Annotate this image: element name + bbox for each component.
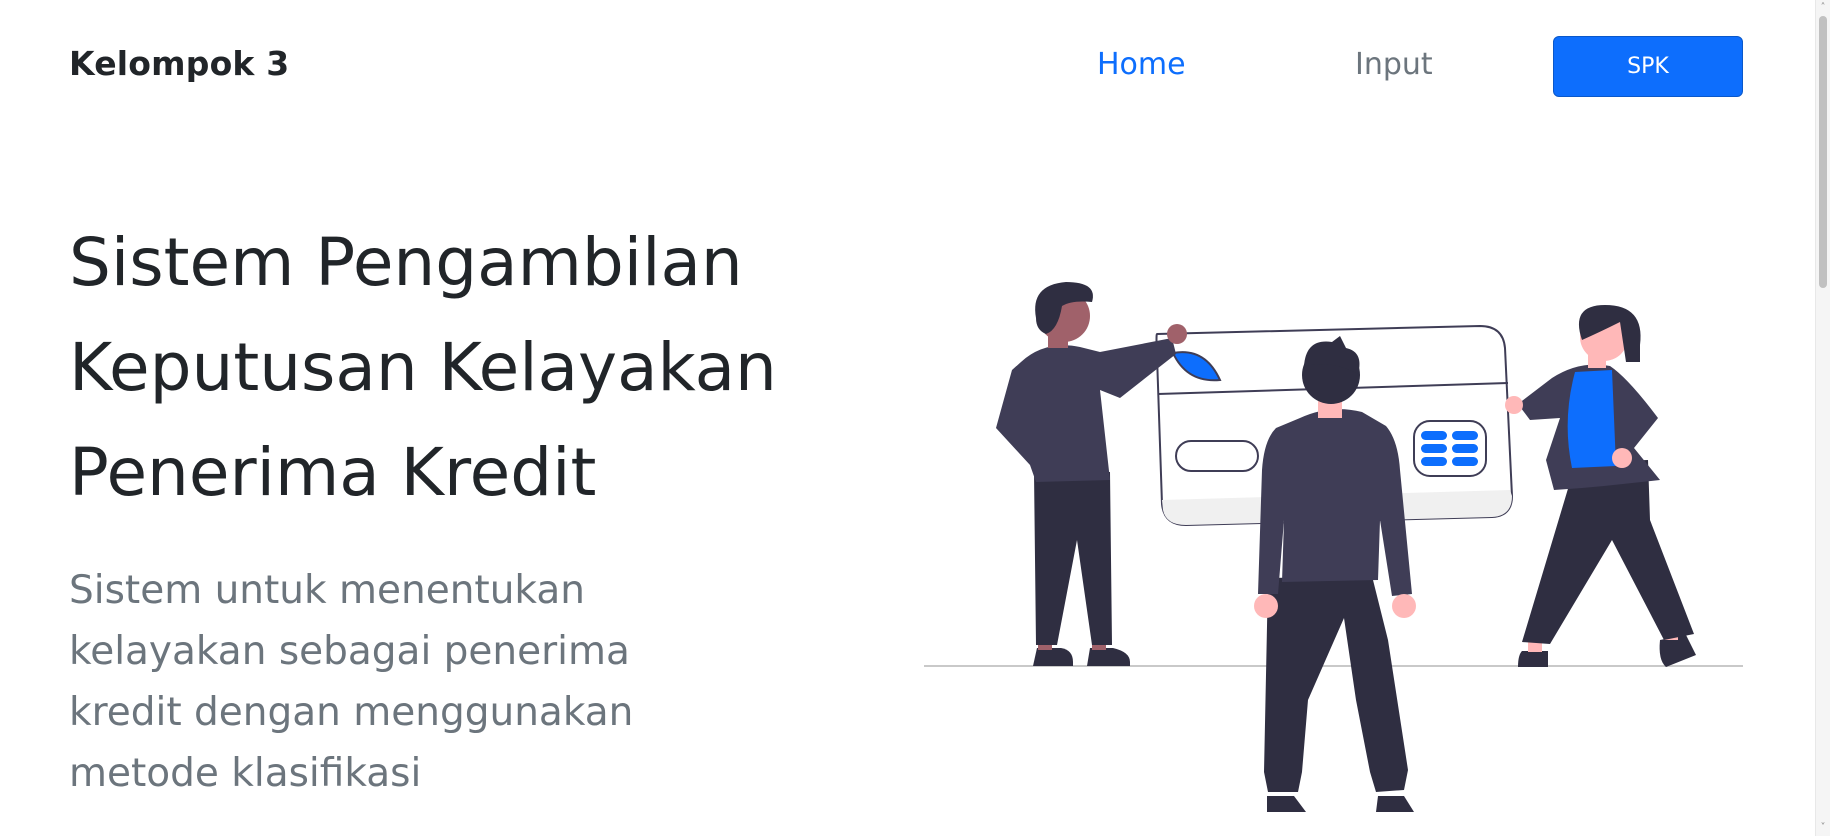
- brand-logo[interactable]: Kelompok 3: [69, 44, 289, 83]
- scroll-up-arrow-icon[interactable]: ˄: [1817, 2, 1829, 14]
- hero-description-line: Sistem untuk menentukan: [69, 568, 585, 613]
- person-right: [1505, 305, 1696, 667]
- scroll-down-arrow-icon[interactable]: ˅: [1817, 822, 1829, 834]
- hero-description-line: kredit dengan menggunakan: [69, 690, 634, 735]
- hero-title-line: Sistem Pengambilan: [69, 224, 743, 301]
- scroll-thumb[interactable]: [1819, 16, 1827, 288]
- hero-description-line: metode klasifikasi: [69, 751, 422, 796]
- hero-title-line: Penerima Kredit: [69, 434, 597, 511]
- hero-title-line: Keputusan Kelayakan: [69, 329, 777, 406]
- spk-button[interactable]: SPK: [1553, 36, 1743, 97]
- nav-link-input[interactable]: Input: [1355, 47, 1433, 82]
- people-credit-card-illustration: [924, 282, 1743, 812]
- hero-description-line: kelayakan sebagai penerima: [69, 629, 630, 674]
- hero-title: Sistem Pengambilan Keputusan Kelayakan P…: [69, 210, 869, 525]
- nav-link-home[interactable]: Home: [1097, 47, 1186, 82]
- hero-description: Sistem untuk menentukan kelayakan sebaga…: [69, 560, 709, 804]
- vertical-scrollbar[interactable]: ˄ ˅: [1815, 0, 1830, 836]
- landing-page: Kelompok 3 Home Input SPK Sistem Pengamb…: [0, 0, 1830, 836]
